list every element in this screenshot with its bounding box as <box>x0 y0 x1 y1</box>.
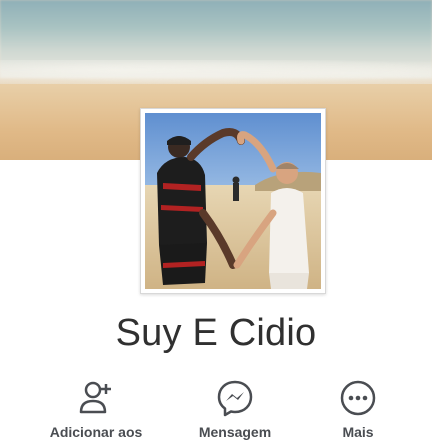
more-label: Mais <box>342 424 374 440</box>
more-icon <box>340 380 376 416</box>
profile-picture-frame[interactable] <box>140 108 326 294</box>
profile-name: Suy E Cidio <box>115 312 317 354</box>
profile-picture[interactable] <box>145 113 321 289</box>
add-friend-icon <box>79 381 111 414</box>
cover-foam <box>0 60 432 86</box>
add-friend-label: Adicionar aos <box>49 424 143 440</box>
add-friend-button[interactable]: Adicionar aos <box>36 378 156 440</box>
more-button[interactable]: Mais <box>298 378 418 440</box>
messenger-icon <box>217 380 253 417</box>
profile-actions: Adicionar aos Mensagem Mais <box>0 378 432 443</box>
message-button[interactable]: Mensagem <box>175 378 295 440</box>
message-label: Mensagem <box>198 424 272 440</box>
